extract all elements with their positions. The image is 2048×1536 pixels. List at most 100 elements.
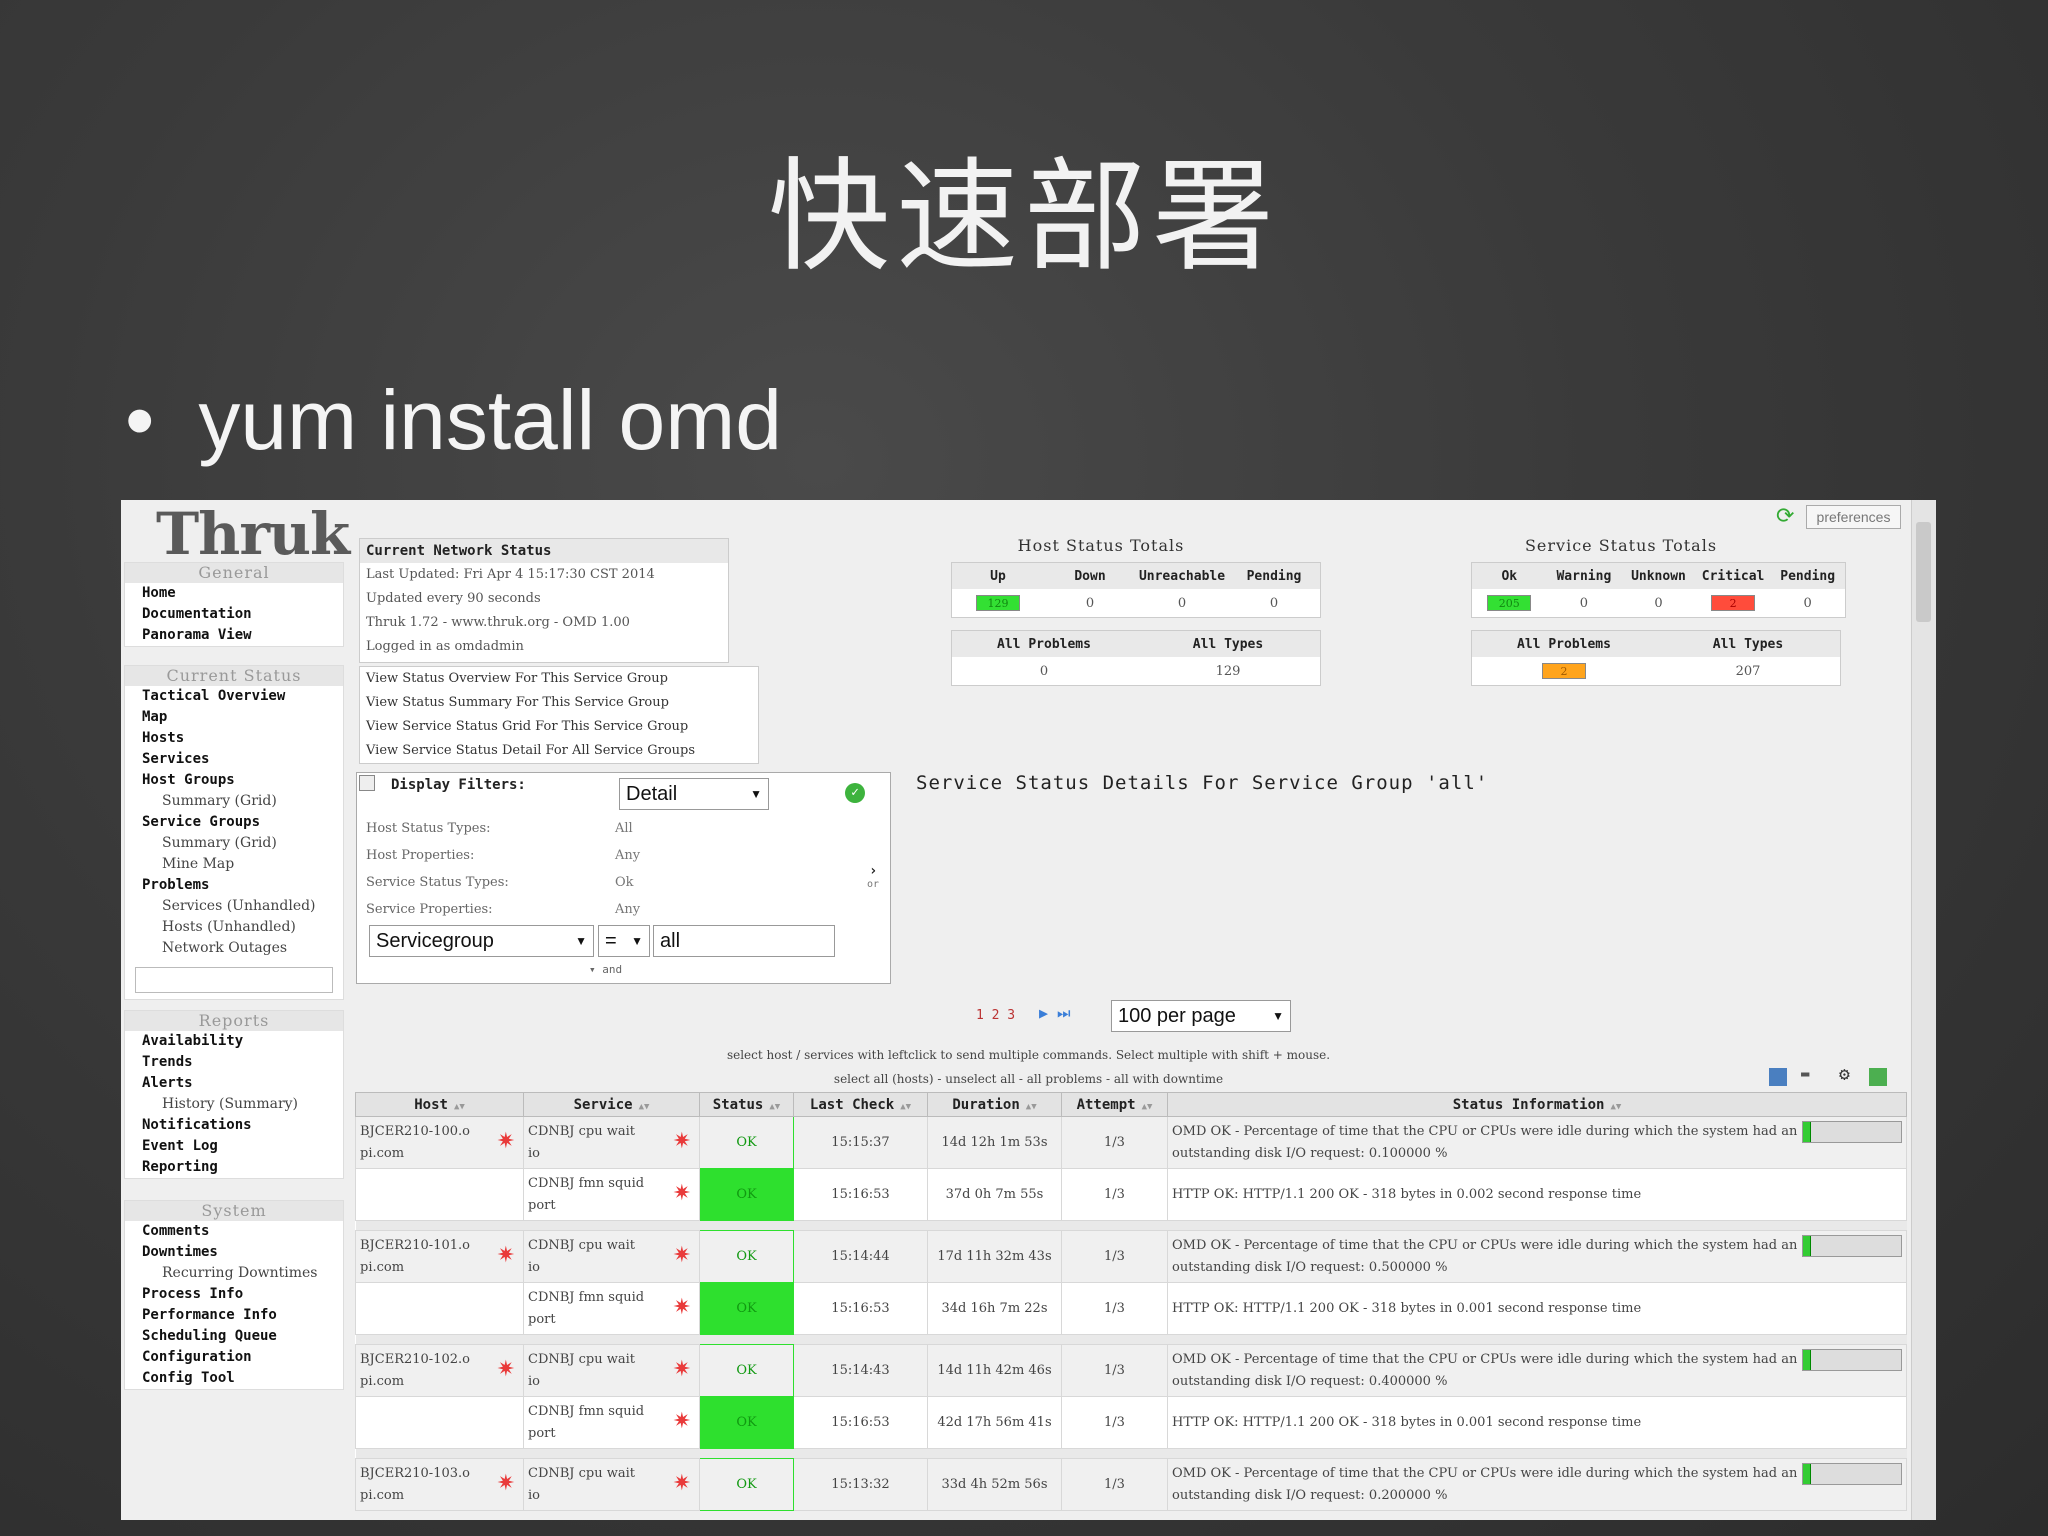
problem-star-icon[interactable]: ✷ [673,1473,691,1495]
nav-item-services[interactable]: Services [125,749,343,770]
nav-item-host-groups[interactable]: Host Groups [125,770,343,791]
column-header-duration[interactable]: Duration ▲▼ [927,1092,1062,1117]
service-name[interactable]: CDNBJ cpu wait io [528,1349,648,1393]
problem-star-icon[interactable]: ✷ [673,1245,691,1267]
nav-item-summary-grid[interactable]: Summary (Grid) [125,833,343,854]
column-header-last-check[interactable]: Last Check ▲▼ [793,1092,928,1117]
export-icon[interactable] [1769,1068,1787,1086]
checkmark-icon[interactable]: ✓ [845,783,865,803]
service-name[interactable]: CDNBJ fmn squid port [528,1173,648,1217]
nav-item-panorama[interactable]: Panorama View [125,625,343,646]
nav-item-hosts[interactable]: Hosts [125,728,343,749]
nav-item-problems[interactable]: Problems [125,875,343,896]
service-cell[interactable]: CDNBJ fmn squid port ✷ [523,1282,700,1335]
table-row[interactable]: BJCER210-101.opi.com ✷ CDNBJ cpu wait io ✷ O… [355,1230,1907,1283]
nav-item-service-groups[interactable]: Service Groups [125,812,343,833]
perf-bar[interactable] [1802,1234,1902,1257]
excel-icon[interactable] [1869,1068,1887,1086]
nav-item-documentation[interactable]: Documentation [125,604,343,625]
service-cell[interactable]: CDNBJ cpu wait io ✷ [523,1116,700,1169]
filter-value-host-props[interactable]: Any [615,848,640,863]
problem-star-icon[interactable]: ✷ [673,1131,691,1153]
table-row[interactable]: CDNBJ fmn squid port ✷ OK 15:16:53 42d 17h 5… [355,1396,1907,1449]
expand-arrow-icon[interactable]: › [869,863,877,879]
problem-star-icon[interactable]: ✷ [673,1359,691,1381]
problem-star-icon[interactable]: ✷ [497,1131,515,1153]
sort-icon[interactable]: ▲▼ [1026,1102,1037,1112]
per-page-select[interactable]: 100 per page ▼ [1111,1000,1291,1032]
link-status-detail-all[interactable]: View Service Status Detail For All Servi… [360,739,758,763]
table-row[interactable]: BJCER210-100.opi.com ✷ CDNBJ cpu wait io ✷ O… [355,1116,1907,1169]
nav-item-event-log[interactable]: Event Log [125,1136,343,1157]
preferences-button[interactable]: preferences [1806,505,1901,529]
collapse-filter-icon[interactable] [359,775,375,791]
problem-star-icon[interactable]: ✷ [497,1245,515,1267]
nav-item-config-tool[interactable]: Config Tool [125,1368,343,1389]
column-header-status[interactable]: Status ▲▼ [699,1092,794,1117]
sort-icon[interactable]: ▲▼ [639,1102,650,1112]
filter-operator-select[interactable]: = ▼ [598,925,650,957]
table-row[interactable]: CDNBJ fmn squid port ✷ OK 15:16:53 37d 0h 7m… [355,1168,1907,1221]
host-cell[interactable]: BJCER210-100.opi.com ✷ [355,1116,524,1169]
table-row[interactable]: BJCER210-103.opi.com ✷ CDNBJ cpu wait io ✷ O… [355,1458,1907,1511]
filter-value-host-status[interactable]: All [615,821,633,836]
problem-star-icon[interactable]: ✷ [673,1297,691,1319]
host-cell[interactable] [355,1168,524,1221]
svc-val-badge[interactable]: 205 [1487,595,1532,611]
nav-item-downtimes[interactable]: Downtimes [125,1242,343,1263]
nav-item-comments[interactable]: Comments [125,1221,343,1242]
table-row[interactable]: BJCER210-102.opi.com ✷ CDNBJ cpu wait io ✷ O… [355,1344,1907,1397]
svc-val-badge[interactable]: 2 [1711,595,1756,611]
scrollbar-thumb[interactable] [1916,522,1931,622]
sort-icon[interactable]: ▲▼ [1142,1102,1153,1112]
scrollbar[interactable] [1911,500,1936,1520]
host-cell[interactable]: BJCER210-102.opi.com ✷ [355,1344,524,1397]
service-name[interactable]: CDNBJ cpu wait io [528,1235,648,1279]
host-cell[interactable]: BJCER210-103.opi.com ✷ [355,1458,524,1511]
column-header-attempt[interactable]: Attempt ▲▼ [1061,1092,1168,1117]
problem-star-icon[interactable]: ✷ [673,1411,691,1433]
perf-bar[interactable] [1802,1348,1902,1371]
nav-item-configuration[interactable]: Configuration [125,1347,343,1368]
service-cell[interactable]: CDNBJ cpu wait io ✷ [523,1458,700,1511]
nav-item-mine-map[interactable]: Mine Map [125,854,343,875]
nav-item-process-info[interactable]: Process Info [125,1284,343,1305]
table-row[interactable]: CDNBJ fmn squid port ✷ OK 15:16:53 34d 16h 7… [355,1282,1907,1335]
nav-item-network-outages[interactable]: Network Outages [125,938,343,959]
nav-item-map[interactable]: Map [125,707,343,728]
service-cell[interactable]: CDNBJ fmn squid port ✷ [523,1396,700,1449]
nav-item-recurring-downtimes[interactable]: Recurring Downtimes [125,1263,343,1284]
nav-item-hosts-unhandled[interactable]: Hosts (Unhandled) [125,917,343,938]
column-header-service[interactable]: Service ▲▼ [523,1092,700,1117]
nav-item-notifications[interactable]: Notifications [125,1115,343,1136]
link-status-summary[interactable]: View Status Summary For This Service Gro… [360,691,758,715]
column-header-host[interactable]: Host ▲▼ [355,1092,524,1117]
filter-mode-select[interactable]: Detail ▼ [619,778,769,810]
service-cell[interactable]: CDNBJ cpu wait io ✷ [523,1230,700,1283]
nav-item-scheduling-queue[interactable]: Scheduling Queue [125,1326,343,1347]
problem-star-icon[interactable]: ✷ [497,1359,515,1381]
host-val-badge[interactable]: 129 [976,595,1020,611]
minus-icon[interactable]: ▬ [1801,1066,1809,1082]
nav-item-tactical-overview[interactable]: Tactical Overview [125,686,343,707]
service-name[interactable]: CDNBJ fmn squid port [528,1287,648,1331]
problem-star-icon[interactable]: ✷ [673,1183,691,1205]
nav-item-performance-info[interactable]: Performance Info [125,1305,343,1326]
perf-bar[interactable] [1802,1462,1902,1485]
selection-links[interactable]: select all (hosts) - unselect all - all … [121,1072,1936,1086]
host-cell[interactable] [355,1396,524,1449]
filter-value-service-status[interactable]: Ok [615,875,634,890]
filter-and-button[interactable]: ▾ and [589,963,622,976]
pager-next-icon[interactable]: ▶ [1039,1004,1048,1022]
nav-search-input[interactable] [135,967,333,993]
column-header-status-information[interactable]: Status Information ▲▼ [1167,1092,1907,1117]
host-cell[interactable] [355,1282,524,1335]
service-cell[interactable]: CDNBJ fmn squid port ✷ [523,1168,700,1221]
problem-star-icon[interactable]: ✷ [497,1473,515,1495]
host-cell[interactable]: BJCER210-101.opi.com ✷ [355,1230,524,1283]
pager-last-icon[interactable]: ⏭ [1057,1004,1071,1022]
nav-item-reporting[interactable]: Reporting [125,1157,343,1178]
host-name[interactable]: BJCER210-100.opi.com [360,1121,470,1165]
host-name[interactable]: BJCER210-101.opi.com [360,1235,470,1279]
nav-item-home[interactable]: Home [125,583,343,604]
